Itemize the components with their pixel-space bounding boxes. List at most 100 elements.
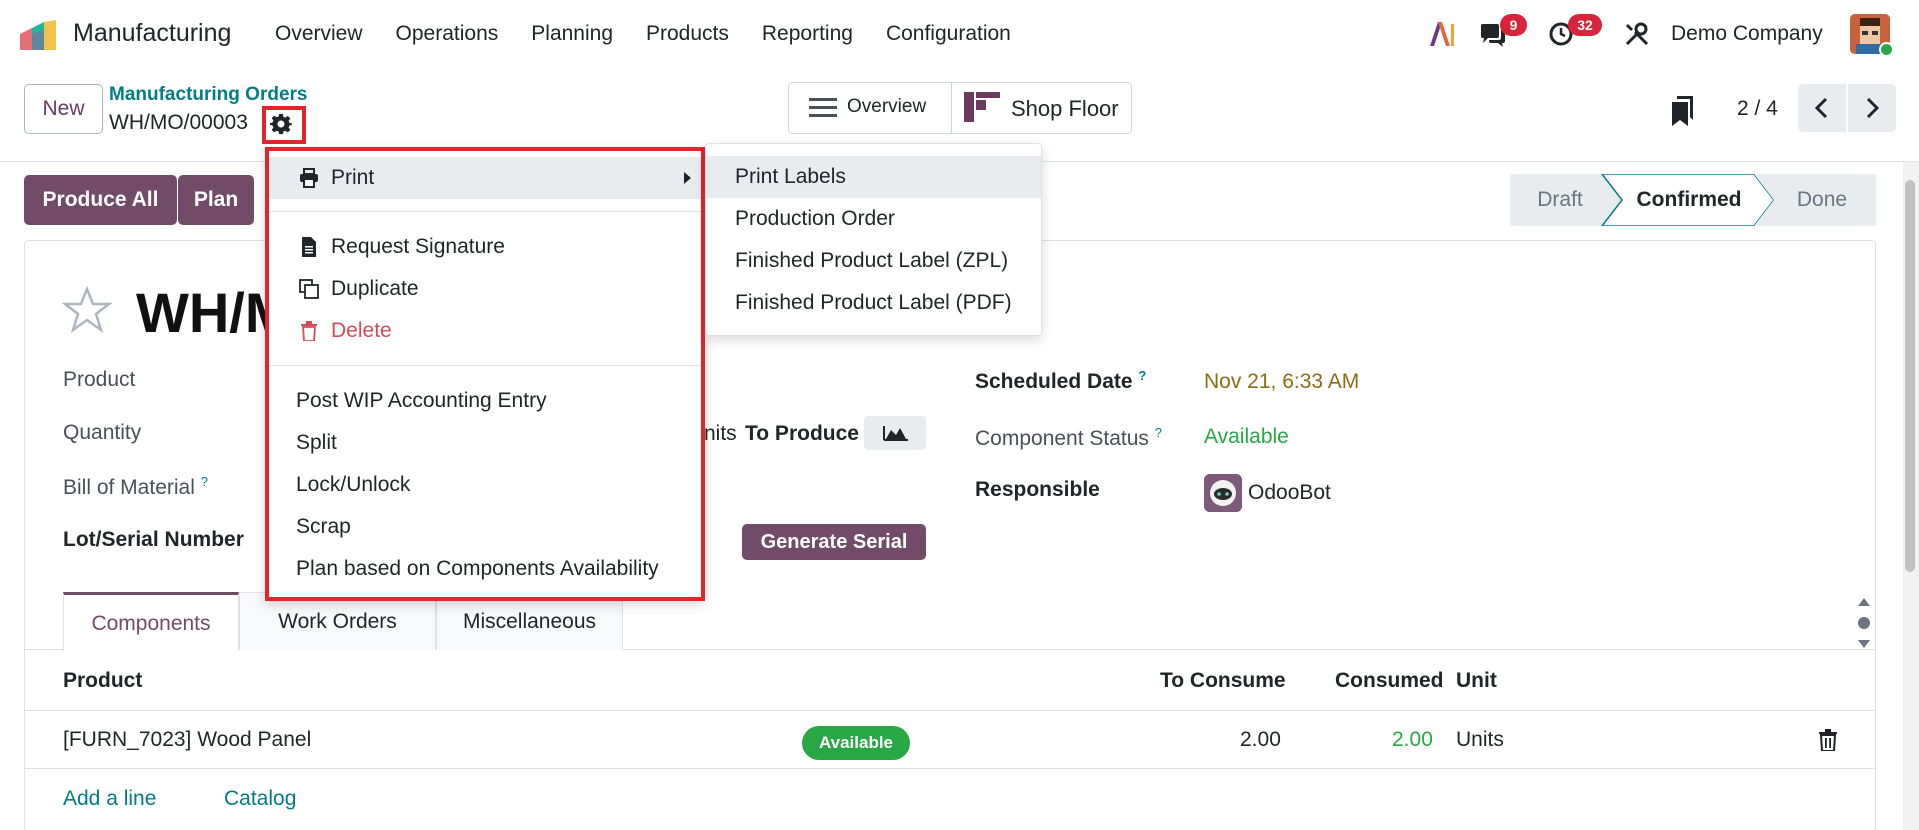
menu-item-scrap[interactable]: Scrap	[269, 506, 701, 548]
row-consumed[interactable]: 2.00	[1392, 728, 1433, 752]
product-label: Product	[63, 368, 136, 391]
printer-icon	[300, 168, 318, 188]
menu-item-print-label: Print	[331, 166, 375, 189]
row-product[interactable]: [FURN_7023] Wood Panel	[63, 728, 311, 752]
breadcrumb-record-name: WH/MO/00003	[109, 111, 248, 134]
list-icon	[809, 98, 837, 117]
produce-all-button[interactable]: Produce All	[24, 175, 177, 225]
stage-draft[interactable]: Draft	[1510, 174, 1610, 226]
ai-icon[interactable]	[1428, 20, 1456, 48]
submenu-item-label-pdf[interactable]: Finished Product Label (PDF)	[706, 282, 1041, 324]
stage-done[interactable]: Done	[1768, 174, 1876, 226]
menu-item-post-wip[interactable]: Post WIP Accounting Entry	[269, 380, 701, 422]
app-name[interactable]: Manufacturing	[73, 19, 231, 48]
gear-actions-menu: Print Request Signature Duplicate Delete…	[265, 147, 705, 601]
pager-value[interactable]: 2 / 4	[1737, 97, 1778, 121]
generate-serial-button[interactable]: Generate Serial	[742, 524, 926, 560]
scheduled-date-help-icon[interactable]: ?	[1138, 368, 1146, 383]
menu-item-request-signature-label: Request Signature	[331, 235, 505, 258]
odoobot-avatar	[1204, 474, 1242, 512]
bom-help-icon[interactable]: ?	[201, 474, 208, 489]
manufacturing-app-icon[interactable]	[20, 20, 60, 50]
gear-icon[interactable]	[270, 113, 292, 135]
add-line-link[interactable]: Add a line	[63, 787, 156, 811]
star-icon[interactable]	[62, 285, 112, 335]
tools-icon[interactable]	[1623, 20, 1651, 48]
menu-overview[interactable]: Overview	[275, 22, 363, 46]
menu-item-lock-unlock[interactable]: Lock/Unlock	[269, 464, 701, 506]
trash-icon[interactable]	[1818, 729, 1838, 751]
forecast-graph-button[interactable]	[864, 416, 926, 450]
col-header-unit[interactable]: Unit	[1456, 669, 1497, 693]
menu-item-print[interactable]: Print	[269, 157, 701, 199]
chevron-right-icon	[1866, 97, 1880, 119]
area-chart-icon	[883, 426, 908, 441]
submenu-item-production-order[interactable]: Production Order	[706, 198, 1041, 240]
shop-floor-icon	[964, 92, 1000, 122]
print-submenu: Print Labels Production Order Finished P…	[705, 143, 1042, 336]
menu-configuration[interactable]: Configuration	[886, 22, 1011, 46]
plan-button[interactable]: Plan	[178, 175, 254, 225]
menu-item-delete[interactable]: Delete	[269, 310, 701, 352]
to-produce-label: To Produce	[745, 422, 859, 445]
scheduled-date-label-text: Scheduled Date	[975, 370, 1133, 393]
submenu-item-print-labels[interactable]: Print Labels	[706, 156, 1041, 198]
pager-previous-button[interactable]	[1798, 84, 1846, 132]
responsible-label: Responsible	[975, 478, 1100, 501]
row-unit[interactable]: Units	[1456, 728, 1504, 752]
menu-divider	[269, 211, 701, 212]
responsible-value[interactable]: OdooBot	[1248, 481, 1331, 505]
table-divider	[25, 768, 1875, 769]
activities-badge: 32	[1568, 14, 1602, 36]
scheduled-date-label: Scheduled Date ?	[975, 368, 1146, 394]
col-header-product[interactable]: Product	[63, 669, 142, 693]
units-text: nits	[704, 422, 737, 445]
catalog-link[interactable]: Catalog	[224, 787, 296, 811]
scheduled-date-value[interactable]: Nov 21, 6:33 AM	[1204, 370, 1359, 394]
main-menu: Overview Operations Planning Products Re…	[275, 22, 1044, 46]
submenu-item-label-zpl[interactable]: Finished Product Label (ZPL)	[706, 240, 1041, 282]
messages-badge: 9	[1500, 14, 1527, 36]
menu-planning[interactable]: Planning	[531, 22, 613, 46]
stage-confirmed[interactable]: Confirmed	[1610, 174, 1768, 226]
menu-item-request-signature[interactable]: Request Signature	[269, 226, 701, 268]
menu-item-split[interactable]: Split	[269, 422, 701, 464]
menu-item-plan-availability[interactable]: Plan based on Components Availability	[269, 548, 701, 590]
row-to-consume[interactable]: 2.00	[1240, 728, 1281, 752]
menu-products[interactable]: Products	[646, 22, 729, 46]
view-switcher: Overview Shop Floor	[788, 82, 1132, 134]
document-icon	[302, 237, 316, 257]
menu-item-scrap-label: Scrap	[296, 515, 351, 538]
menu-item-duplicate[interactable]: Duplicate	[269, 268, 701, 310]
trash-icon	[301, 321, 317, 341]
bom-label-text: Bill of Material	[63, 476, 195, 499]
menu-reporting[interactable]: Reporting	[762, 22, 853, 46]
tab-components[interactable]: Components	[63, 592, 239, 651]
col-header-to-consume[interactable]: To Consume	[1160, 669, 1286, 693]
bom-label: Bill of Material ?	[63, 474, 208, 500]
component-status-value: Available	[1204, 425, 1289, 448]
copy-icon	[299, 279, 319, 299]
component-status-help-icon[interactable]: ?	[1155, 425, 1162, 440]
menu-operations[interactable]: Operations	[396, 22, 499, 46]
menu-item-post-wip-label: Post WIP Accounting Entry	[296, 389, 547, 412]
new-button[interactable]: New	[24, 84, 103, 134]
col-header-consumed[interactable]: Consumed	[1335, 669, 1444, 693]
component-status-label: Component Status ?	[975, 425, 1162, 451]
lot-serial-label: Lot/Serial Number	[63, 528, 244, 551]
breadcrumb-manufacturing-orders[interactable]: Manufacturing Orders	[109, 84, 307, 106]
quantity-label: Quantity	[63, 421, 142, 444]
bookmark-icon[interactable]	[1671, 96, 1695, 126]
shop-floor-view-label: Shop Floor	[1011, 96, 1119, 121]
row-status-badge: Available	[802, 726, 910, 760]
table-divider	[25, 710, 1875, 711]
overview-view-label: Overview	[847, 96, 927, 117]
page-scrollbar-thumb[interactable]	[1905, 180, 1915, 572]
scroll-arrows-icon[interactable]	[1856, 598, 1872, 648]
status-bar: Draft Confirmed Done	[1510, 174, 1876, 226]
menu-item-duplicate-label: Duplicate	[331, 277, 419, 300]
overview-view-button[interactable]: Overview	[789, 83, 952, 133]
pager-next-button[interactable]	[1848, 84, 1896, 132]
company-switcher[interactable]: Demo Company	[1671, 22, 1823, 46]
menu-item-delete-label: Delete	[331, 319, 392, 342]
